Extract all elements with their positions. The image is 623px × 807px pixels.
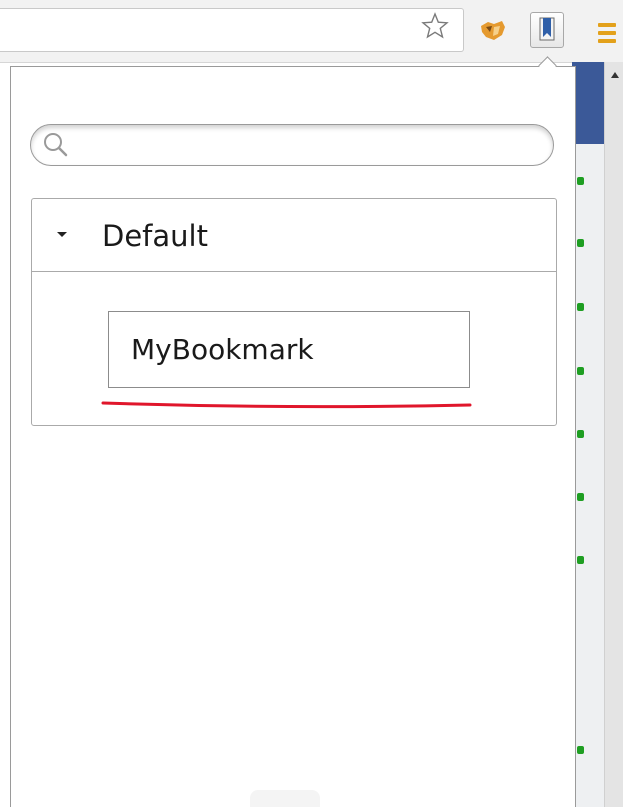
bookmark-item[interactable]: MyBookmark	[108, 311, 470, 388]
fox-extension-icon[interactable]	[478, 18, 508, 48]
bookmark-label: MyBookmark	[131, 333, 314, 366]
status-dot	[577, 177, 584, 185]
status-dot	[577, 367, 584, 375]
status-dot	[577, 556, 584, 564]
browser-toolbar	[0, 0, 623, 63]
folder-title: Default	[102, 219, 208, 253]
address-bar[interactable]	[0, 8, 464, 52]
status-dot	[577, 746, 584, 754]
page-scrollbar[interactable]	[604, 62, 623, 807]
status-dot	[577, 303, 584, 311]
red-underline-annotation	[101, 401, 472, 409]
collapse-triangle-icon[interactable]	[57, 232, 67, 237]
folder-panel: Default MyBookmark	[31, 198, 557, 426]
scroll-up-arrow-icon[interactable]	[611, 72, 619, 78]
popup-bottom-edge	[250, 790, 320, 807]
background-page-header	[572, 62, 606, 144]
status-dot	[577, 493, 584, 501]
menu-icon[interactable]	[590, 20, 620, 46]
search-box[interactable]	[30, 124, 554, 166]
folder-header[interactable]: Default	[32, 199, 556, 272]
search-icon	[41, 130, 71, 160]
bookmark-star-icon[interactable]	[420, 11, 450, 41]
status-dot	[577, 430, 584, 438]
search-input[interactable]	[71, 125, 553, 165]
bookmark-popup	[10, 66, 576, 807]
bookmark-extension-button[interactable]	[530, 12, 564, 48]
status-dot	[577, 239, 584, 247]
